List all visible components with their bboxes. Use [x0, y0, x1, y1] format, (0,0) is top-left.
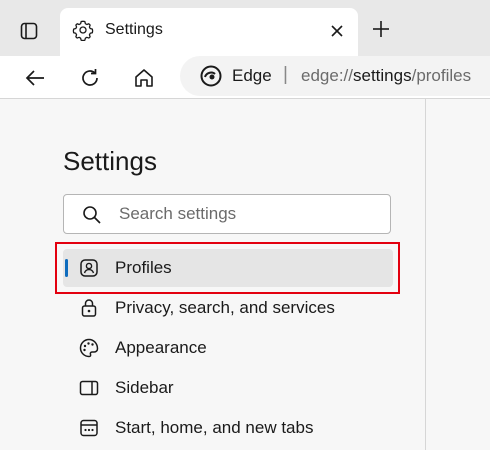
- sidebar-item-label: Appearance: [115, 338, 207, 357]
- sidebar-item-label: Sidebar: [115, 378, 174, 397]
- tab-settings[interactable]: Settings: [60, 8, 358, 56]
- url-host: settings: [353, 66, 412, 85]
- search-icon: [82, 205, 102, 225]
- tab-title: Settings: [105, 21, 163, 38]
- close-icon: [330, 24, 344, 38]
- edge-logo-icon: [200, 65, 222, 87]
- toolbar: Edge | edge://settings/profiles: [0, 56, 490, 99]
- settings-content-pane: [426, 99, 490, 450]
- site-identity-label: Edge: [232, 66, 272, 85]
- start-home-icon: [78, 417, 100, 439]
- back-arrow-icon: [24, 67, 46, 89]
- refresh-button[interactable]: [74, 62, 106, 94]
- sidebar-item-privacy[interactable]: Privacy, search, and services: [63, 289, 393, 327]
- tab-actions-button[interactable]: [12, 14, 46, 48]
- url-path: /profiles: [411, 66, 472, 85]
- sidebar-item-label: Privacy, search, and services: [115, 298, 335, 317]
- sidebar-item-start-home[interactable]: Start, home, and new tabs: [63, 409, 393, 447]
- search-box[interactable]: [63, 194, 391, 234]
- sidebar-item-sidebar[interactable]: Sidebar: [63, 369, 393, 407]
- palette-icon: [78, 337, 100, 359]
- url-text[interactable]: edge://settings/profiles: [301, 66, 471, 86]
- lock-icon: [78, 297, 100, 319]
- back-button[interactable]: [19, 62, 51, 94]
- page-title: Settings: [63, 146, 157, 176]
- sidebar-item-appearance[interactable]: Appearance: [63, 329, 393, 367]
- gear-icon: [72, 19, 94, 41]
- search-input[interactable]: [119, 203, 379, 225]
- refresh-icon: [79, 67, 101, 89]
- address-separator: |: [283, 64, 288, 85]
- plus-icon: [371, 19, 391, 39]
- home-button[interactable]: [128, 62, 160, 94]
- tab-actions-icon: [19, 21, 39, 41]
- highlight-annotation: [55, 242, 400, 294]
- address-bar[interactable]: Edge | edge://settings/profiles: [180, 56, 490, 96]
- home-icon: [133, 67, 155, 89]
- sidebar-icon: [78, 377, 100, 399]
- url-scheme: edge://: [301, 66, 353, 85]
- tab-strip: Settings: [0, 0, 490, 56]
- close-tab-button[interactable]: [324, 18, 350, 44]
- sidebar-item-label: Start, home, and new tabs: [115, 418, 314, 437]
- new-tab-button[interactable]: [368, 16, 394, 42]
